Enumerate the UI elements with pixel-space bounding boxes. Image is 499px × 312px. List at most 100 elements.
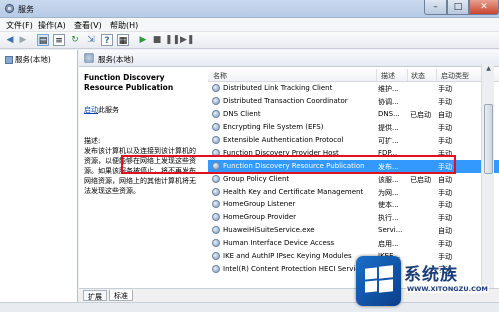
details-icon[interactable]: ▦ bbox=[117, 34, 129, 46]
service-name: Health Key and Certificate Management bbox=[223, 187, 364, 196]
service-startup-type: 手动 bbox=[438, 201, 452, 210]
pane-header-label: 服务(本地) bbox=[98, 55, 134, 64]
start-service-link[interactable]: 启动 bbox=[84, 106, 98, 114]
column-startup-type[interactable]: 启动类型 bbox=[441, 71, 469, 81]
service-description: Servi... bbox=[378, 226, 403, 235]
service-description: 协调... bbox=[378, 97, 399, 106]
service-icon bbox=[212, 174, 220, 183]
service-name: Group Policy Client bbox=[223, 174, 290, 183]
service-description: 为网... bbox=[378, 188, 399, 197]
service-name: Encrypting File System (EFS) bbox=[223, 122, 324, 131]
refresh-icon[interactable]: ↻ bbox=[69, 34, 81, 46]
pause-icon[interactable]: ❚❚ bbox=[165, 34, 180, 46]
service-startup-type: 手动 bbox=[438, 240, 452, 249]
column-description[interactable]: 描述 bbox=[381, 71, 395, 81]
services-icon bbox=[5, 56, 13, 64]
service-description: 启用... bbox=[378, 240, 399, 249]
back-arrow-icon[interactable]: ◀ bbox=[4, 34, 16, 46]
service-icon bbox=[212, 200, 220, 209]
forward-arrow-icon[interactable]: ▶ bbox=[17, 34, 29, 46]
annotation-highlight-box bbox=[121, 155, 456, 174]
menu-bar: 文件(F) 操作(A) 查看(V) 帮助(H) bbox=[0, 18, 499, 32]
column-status[interactable]: 状态 bbox=[411, 71, 425, 81]
help-icon[interactable]: ? bbox=[101, 34, 113, 46]
service-startup-type: 自动 bbox=[438, 175, 452, 184]
list-rows: Distributed Link Tracking Client 维护... 手动 D… bbox=[208, 82, 499, 276]
service-row[interactable]: Health Key and Certificate Management 为网.… bbox=[208, 186, 499, 199]
menu-action[interactable]: 操作(A) bbox=[38, 20, 66, 31]
column-name[interactable]: 名称 bbox=[213, 71, 227, 81]
service-startup-type: 手动 bbox=[438, 188, 452, 197]
scroll-thumb[interactable] bbox=[484, 104, 493, 174]
site-watermark: 系统族 WWW.XITONGZU.COM bbox=[352, 252, 499, 312]
service-icon bbox=[212, 213, 220, 222]
console-tree: 服务(本地) bbox=[0, 50, 78, 302]
windows-logo-icon bbox=[356, 256, 401, 306]
service-startup-type: 自动 bbox=[438, 110, 452, 119]
service-row[interactable]: Extensible Authentication Protocol 可扩... 手… bbox=[208, 134, 499, 147]
start-service-line: 启动此服务 bbox=[84, 105, 119, 115]
service-row[interactable]: Distributed Link Tracking Client 维护... 手动 bbox=[208, 82, 499, 95]
menu-file[interactable]: 文件(F) bbox=[6, 20, 33, 31]
service-row[interactable]: Encrypting File System (EFS) 提供... 手动 bbox=[208, 121, 499, 134]
service-name: Human Interface Device Access bbox=[223, 239, 335, 248]
menu-help[interactable]: 帮助(H) bbox=[110, 20, 138, 31]
service-row[interactable]: Group Policy Client 该服... 已启动 自动 bbox=[208, 173, 499, 186]
services-window: 服务 – □ ✕ 文件(F) 操作(A) 查看(V) 帮助(H) ◀ ▶ ▤ ≡… bbox=[0, 0, 499, 312]
pane-header: 服务(本地) bbox=[79, 50, 499, 67]
tab-extended[interactable]: 扩展 bbox=[83, 290, 107, 301]
service-icon bbox=[212, 226, 220, 235]
service-name: HuaweiHiSuiteService.exe bbox=[223, 226, 315, 235]
service-row[interactable]: HomeGroup Listener 使本... 手动 bbox=[208, 198, 499, 211]
service-icon bbox=[212, 265, 220, 274]
service-row[interactable]: HomeGroup Provider 执行... 手动 bbox=[208, 211, 499, 224]
service-description: 执行... bbox=[378, 214, 399, 223]
close-button[interactable]: ✕ bbox=[469, 0, 499, 15]
console-tree-icon[interactable]: ▤ bbox=[37, 34, 49, 46]
service-row[interactable]: HuaweiHiSuiteService.exe Servi... 自动 bbox=[208, 224, 499, 237]
service-description: DNS... bbox=[378, 109, 400, 118]
watermark-title: 系统族 bbox=[404, 265, 458, 285]
play-icon[interactable]: ▶ bbox=[137, 34, 149, 46]
services-icon bbox=[84, 53, 94, 63]
service-startup-type: 自动 bbox=[438, 227, 452, 236]
watermark-url: WWW.XITONGZU.COM bbox=[406, 285, 489, 293]
service-startup-type: 手动 bbox=[438, 97, 452, 106]
service-status: 已启动 bbox=[410, 175, 431, 184]
service-description: 使本... bbox=[378, 201, 399, 210]
service-row[interactable]: Human Interface Device Access 启用... 手动 bbox=[208, 237, 499, 250]
stop-icon[interactable]: ■ bbox=[151, 34, 163, 46]
service-name: HomeGroup Provider bbox=[223, 213, 297, 222]
restart-icon[interactable]: ▶❚ bbox=[180, 34, 194, 46]
service-name: Distributed Transaction Coordinator bbox=[223, 96, 348, 105]
service-name: HomeGroup Listener bbox=[223, 200, 296, 209]
service-description: 该服... bbox=[378, 175, 399, 184]
service-title: Function Discovery Resource Publication bbox=[84, 73, 174, 92]
title-bar: 服务 – □ ✕ bbox=[0, 0, 499, 18]
description-label: 描述: bbox=[84, 137, 101, 145]
tab-standard[interactable]: 标准 bbox=[109, 290, 133, 301]
service-description: 维护... bbox=[378, 85, 399, 93]
service-name: Extensible Authentication Protocol bbox=[223, 135, 344, 144]
service-row[interactable]: DNS Client DNS... 已启动 自动 bbox=[208, 108, 499, 121]
menu-view[interactable]: 查看(V) bbox=[74, 20, 102, 31]
list-header: 名称 描述 状态 启动类型 bbox=[208, 68, 499, 82]
service-icon bbox=[212, 84, 220, 92]
service-icon bbox=[212, 239, 220, 248]
service-row[interactable]: Distributed Transaction Coordinator 协调...… bbox=[208, 95, 499, 108]
service-description: 提供... bbox=[378, 123, 399, 132]
maximize-button[interactable]: □ bbox=[447, 0, 469, 15]
service-name: DNS Client bbox=[223, 109, 261, 118]
tree-item-services-local[interactable]: 服务(本地) bbox=[5, 54, 51, 65]
service-icon bbox=[212, 122, 220, 131]
export-icon[interactable]: ⇲ bbox=[85, 34, 97, 46]
properties-icon[interactable]: ≡ bbox=[53, 34, 65, 46]
scroll-up-icon[interactable]: ▲ bbox=[484, 65, 493, 72]
minimize-button[interactable]: – bbox=[424, 0, 447, 15]
service-startup-type: 手动 bbox=[438, 136, 452, 145]
service-icon bbox=[212, 96, 220, 105]
service-description: 可扩... bbox=[378, 136, 399, 145]
service-icon bbox=[212, 252, 220, 261]
services-gear-icon bbox=[4, 3, 15, 14]
service-startup-type: 手动 bbox=[438, 85, 452, 93]
